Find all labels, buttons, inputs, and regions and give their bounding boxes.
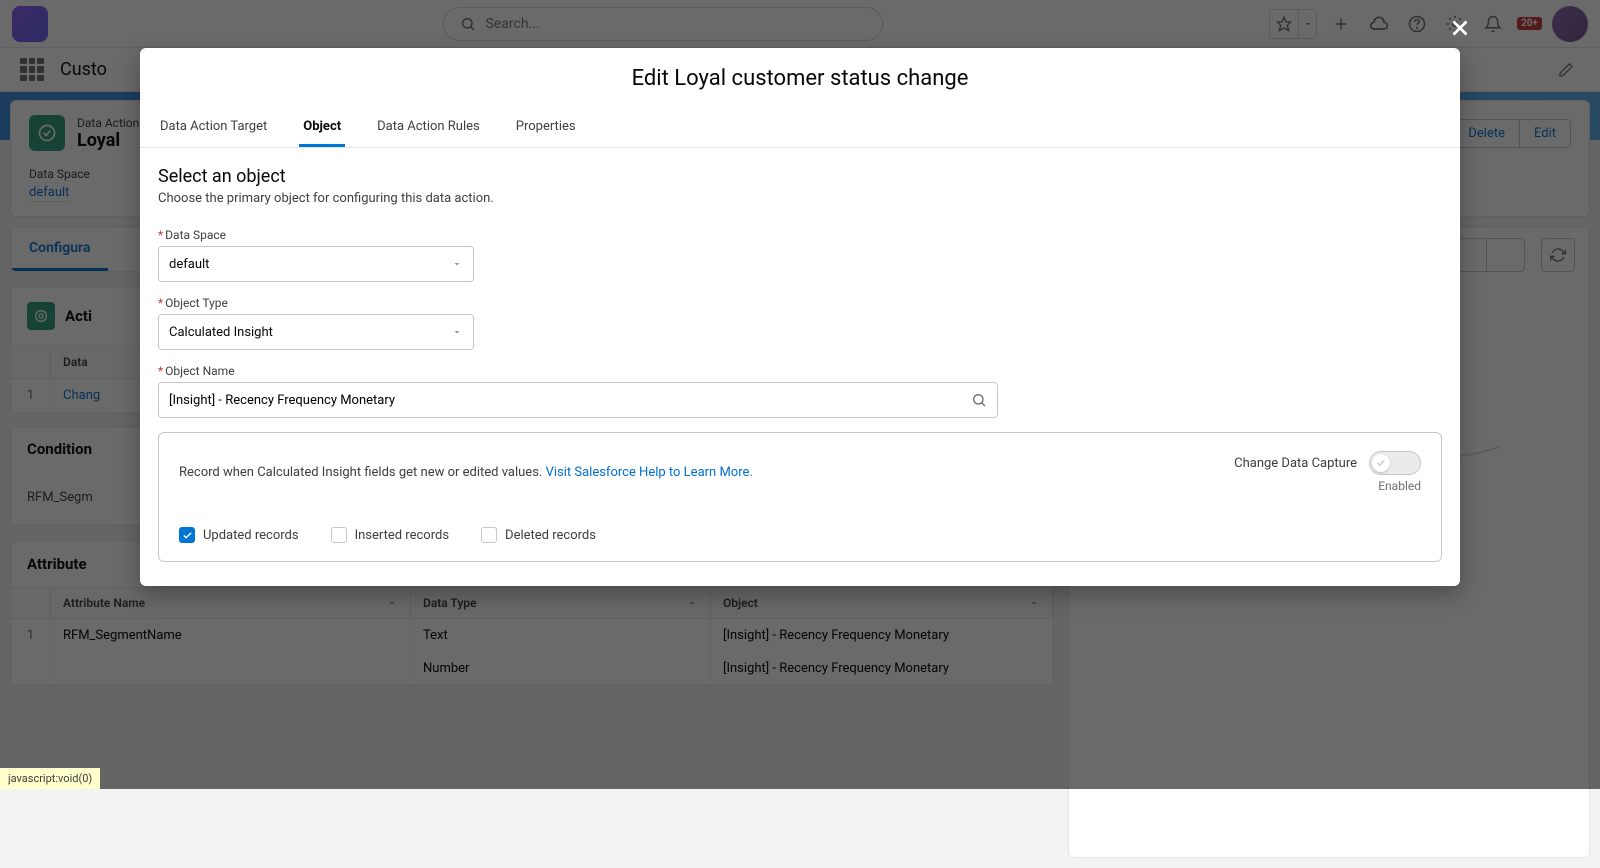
close-icon[interactable] — [1444, 12, 1476, 44]
select-object-heading: Select an object — [158, 166, 1442, 187]
object-type-field-label: *Object Type — [158, 296, 1442, 310]
check-inserted-records[interactable]: Inserted records — [331, 527, 449, 543]
cdc-panel: Record when Calculated Insight fields ge… — [158, 432, 1442, 562]
modal-tabs: Data Action Target Object Data Action Ru… — [140, 109, 1460, 148]
tab-properties[interactable]: Properties — [512, 109, 580, 147]
check-updated-records[interactable]: Updated records — [179, 527, 299, 543]
cdc-label: Change Data Capture — [1234, 456, 1357, 471]
cdc-help-link[interactable]: Visit Salesforce Help to Learn More. — [546, 465, 753, 480]
tab-data-action-target[interactable]: Data Action Target — [156, 109, 271, 147]
status-bar: javascript:void(0) — [0, 768, 100, 789]
check-deleted-records[interactable]: Deleted records — [481, 527, 596, 543]
tab-object[interactable]: Object — [299, 109, 345, 147]
cdc-toggle-state: Enabled — [1378, 479, 1421, 493]
data-space-select[interactable]: default — [158, 246, 474, 282]
search-icon — [971, 392, 987, 408]
edit-modal: Edit Loyal customer status change Data A… — [140, 48, 1460, 586]
select-object-subtext: Choose the primary object for configurin… — [158, 191, 1442, 206]
data-space-field-label: *Data Space — [158, 228, 1442, 242]
cdc-description: Record when Calculated Insight fields ge… — [179, 465, 753, 480]
modal-overlay: Edit Loyal customer status change Data A… — [0, 0, 1600, 789]
modal-title: Edit Loyal customer status change — [140, 48, 1460, 109]
tab-data-action-rules[interactable]: Data Action Rules — [373, 109, 484, 147]
object-type-select[interactable]: Calculated Insight — [158, 314, 474, 350]
object-name-lookup[interactable]: [Insight] - Recency Frequency Monetary — [158, 382, 998, 418]
chevron-down-icon — [451, 326, 463, 338]
chevron-down-icon — [451, 258, 463, 270]
object-name-field-label: *Object Name — [158, 364, 1442, 378]
cdc-toggle[interactable] — [1369, 451, 1421, 475]
